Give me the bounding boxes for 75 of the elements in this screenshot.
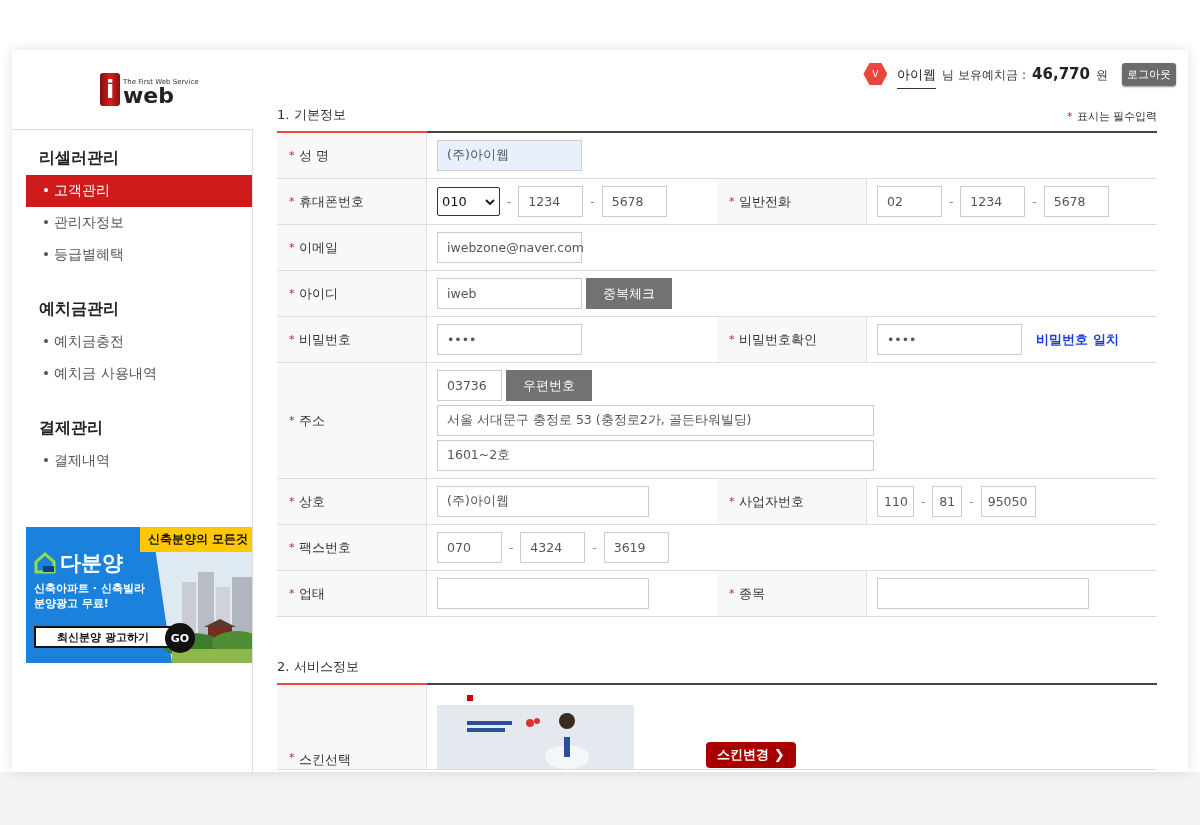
input-field[interactable]: 1601~2호 xyxy=(437,440,874,471)
field-label: * 종목 xyxy=(717,571,867,616)
sidebar-item[interactable]: • 등급별혜택 xyxy=(26,239,252,271)
input-field[interactable]: (주)아이웹 xyxy=(437,140,582,171)
logout-button[interactable]: 로그아웃 xyxy=(1122,63,1176,86)
balance-label: 님 보유예치금 : xyxy=(942,67,1027,84)
field-label: * 성 명 xyxy=(277,133,427,178)
dash-separator: - xyxy=(968,494,975,509)
dash-separator: - xyxy=(591,540,598,555)
input-field[interactable]: 070 xyxy=(437,532,502,563)
input-field[interactable]: 4324 xyxy=(520,532,586,563)
house-icon xyxy=(34,552,56,574)
input-field[interactable] xyxy=(877,578,1089,609)
field-label: * 업태 xyxy=(277,571,427,616)
dash-separator: - xyxy=(589,194,596,209)
field-label: * 아이디 xyxy=(277,271,427,316)
dash-separator: - xyxy=(506,194,513,209)
field-label: * 비밀번호확인 xyxy=(717,317,867,362)
field-label: * 사업자번호 xyxy=(717,479,867,524)
action-button[interactable]: 우편번호 xyxy=(506,370,592,401)
dash-separator: - xyxy=(1031,194,1038,209)
user-name: 아이웹 xyxy=(897,63,937,89)
input-field[interactable]: 5678 xyxy=(1043,186,1109,217)
input-field[interactable]: 02 xyxy=(877,186,942,217)
banner-text: 신축아파트 · 신축빌라 xyxy=(34,581,145,596)
banner-cta[interactable]: 최신분양 광고하기 xyxy=(34,626,172,648)
grade-badge: V xyxy=(863,63,888,85)
input-field[interactable]: 1234 xyxy=(518,186,584,217)
sidebar-item[interactable]: • 예치금 사용내역 xyxy=(26,358,252,390)
input-field[interactable]: •••• xyxy=(877,324,1022,355)
balance-amount: 46,770 xyxy=(1032,64,1090,83)
input-field[interactable]: iweb xyxy=(437,278,582,309)
field-label: * 상호 xyxy=(277,479,427,524)
field-label: * 주소 xyxy=(277,363,427,478)
field-label: * 팩스번호 xyxy=(277,525,427,570)
action-button[interactable]: 중복체크 xyxy=(586,278,672,309)
select-field[interactable]: 010 xyxy=(437,187,500,216)
input-field[interactable]: (주)아이웹 xyxy=(437,486,649,517)
field-label: * 스킨선택 xyxy=(277,685,427,769)
section-title: 2. 서비스정보 xyxy=(277,658,359,676)
menu-group-title: 리셀러관리 xyxy=(38,148,120,169)
sidebar-item[interactable]: • 예치금충전 xyxy=(26,326,252,358)
input-field[interactable]: 81 xyxy=(932,486,963,517)
currency-label: 원 xyxy=(1096,67,1108,84)
input-field[interactable]: 3619 xyxy=(603,532,669,563)
banner-tag: 신축분양의 모든것 xyxy=(139,527,252,552)
chevron-down-icon xyxy=(485,198,495,205)
field-label: * 비밀번호 xyxy=(277,317,427,362)
menu-group-title: 예치금관리 xyxy=(38,299,120,320)
ad-banner[interactable]: 신축분양의 모든것 다분양 신축아파트 · 신축빌라 분양광고 무료! 최신분양 광고하기 GO xyxy=(26,527,252,663)
dash-separator: - xyxy=(508,540,515,555)
match-message: 비밀번호 일치 xyxy=(1036,330,1119,349)
field-label: * 이메일 xyxy=(277,225,427,270)
skin-change-button[interactable]: 스킨변경 ❯ xyxy=(706,742,796,768)
banner-brand: 다분양 xyxy=(60,550,123,577)
input-field[interactable]: 95050 xyxy=(980,486,1036,517)
input-field[interactable] xyxy=(437,578,649,609)
dash-separator: - xyxy=(948,194,955,209)
sidebar-item[interactable]: • 결제내역 xyxy=(26,445,252,477)
field-label: * 휴대폰번호 xyxy=(277,179,427,224)
input-field[interactable]: 5678 xyxy=(601,186,667,217)
input-field[interactable]: 110 xyxy=(877,486,914,517)
input-field[interactable]: 03736 xyxy=(437,370,502,401)
field-label: * 일반전화 xyxy=(717,179,867,224)
section-title: 1. 기본정보 xyxy=(277,106,346,124)
menu-group-title: 결제관리 xyxy=(38,418,104,439)
banner-text: 분양광고 무료! xyxy=(34,596,109,611)
sidebar-item[interactable]: • 관리자정보 xyxy=(26,207,252,239)
input-field[interactable]: 서울 서대문구 충정로 53 (충정로2가, 골든타워빌딩) xyxy=(437,405,874,436)
input-field[interactable]: iwebzone@naver.com xyxy=(437,232,582,263)
input-field[interactable]: 1234 xyxy=(960,186,1026,217)
sidebar-item[interactable]: • 고객관리 xyxy=(26,175,252,207)
input-field[interactable]: •••• xyxy=(437,324,582,355)
required-note: * 표시는 필수입력 xyxy=(1067,109,1157,124)
dash-separator: - xyxy=(920,494,927,509)
